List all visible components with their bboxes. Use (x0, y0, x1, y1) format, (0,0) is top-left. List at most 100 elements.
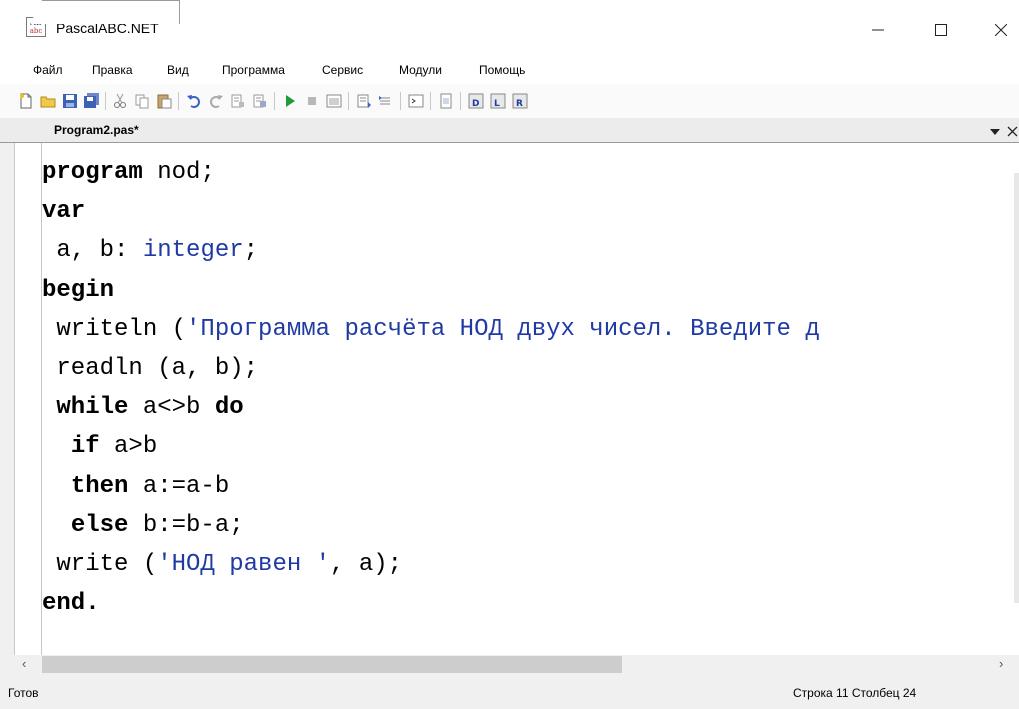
menu-file[interactable]: Файл (33, 63, 63, 77)
new-file-icon[interactable] (18, 93, 34, 109)
minimize-button[interactable] (855, 10, 901, 50)
code-token: writeln ( (42, 315, 187, 343)
tab-strip (0, 118, 1019, 143)
minimize-icon (872, 29, 884, 31)
code-line: a, b: integer; (42, 237, 258, 264)
string-token: 'НОД равен ' (157, 551, 331, 578)
view-l-icon[interactable]: L (490, 93, 506, 109)
code-line: var (42, 198, 85, 225)
keyword-token: end. (42, 590, 100, 618)
code-line: readln (a, b); (42, 355, 258, 382)
toolbar-separator (178, 92, 179, 110)
toolbar-separator (274, 92, 275, 110)
stop-icon[interactable] (304, 93, 320, 109)
find-icon[interactable] (230, 93, 246, 109)
menu-edit[interactable]: Правка (92, 63, 133, 77)
redo-icon[interactable] (208, 93, 224, 109)
open-folder-icon[interactable] (40, 93, 56, 109)
code-token: a, b: (42, 237, 143, 265)
code-token: write ( (42, 551, 158, 578)
cut-icon[interactable] (112, 93, 128, 109)
menu-bar: Файл Правка Вид Программа Сервис Модули … (0, 58, 1019, 84)
horizontal-scrollbar[interactable]: ‹ › (14, 655, 1019, 674)
paste-icon[interactable] (156, 93, 172, 109)
code-token: a<>b (128, 394, 215, 422)
code-line: program nod; (42, 159, 215, 186)
code-line: writeln ('Программа расчёта НОД двух чис… (42, 315, 820, 343)
type-token: integer (142, 237, 244, 265)
close-icon (994, 24, 1007, 36)
maximize-button[interactable] (918, 10, 964, 50)
scroll-right-icon[interactable]: › (999, 656, 1003, 671)
chevron-down-icon[interactable] (990, 128, 1000, 136)
code-line: while a<>b do (42, 394, 244, 422)
menu-program[interactable]: Программа (222, 63, 285, 77)
vertical-scrollbar[interactable] (1014, 173, 1019, 603)
maximize-icon (935, 24, 947, 36)
scrollbar-thumb[interactable] (42, 656, 622, 673)
menu-service[interactable]: Сервис (322, 63, 363, 77)
toolbar: D L R (0, 84, 1019, 118)
step-over-icon[interactable] (378, 93, 394, 109)
tab-program2[interactable] (30, 0, 180, 24)
toolbar-separator (105, 92, 106, 110)
keyword-token: program (42, 159, 143, 186)
output-icon[interactable] (438, 93, 454, 109)
keyword-token: if (70, 433, 100, 461)
keyword-token: do (214, 394, 244, 422)
code-token: ; (243, 237, 259, 265)
save-icon[interactable] (62, 93, 78, 109)
cursor-position: Строка 11 Столбец 24 (793, 686, 917, 700)
toolbar-separator (430, 92, 431, 110)
menu-modules[interactable]: Модули (399, 63, 442, 77)
view-d-icon[interactable]: D (468, 93, 484, 109)
code-token: , a); (330, 551, 403, 578)
run-icon[interactable] (282, 93, 298, 109)
keyword-token: var (42, 198, 86, 226)
code-token: b:=b-a; (128, 511, 244, 539)
close-icon[interactable] (1007, 126, 1019, 137)
status-ready: Готов (8, 686, 39, 700)
copy-icon[interactable] (134, 93, 150, 109)
console-icon[interactable] (408, 93, 424, 109)
menu-help[interactable]: Помощь (479, 63, 525, 77)
save-all-icon[interactable] (84, 93, 100, 109)
undo-icon[interactable] (186, 93, 202, 109)
code-editor[interactable]: program nod; var a, b: integer; begin writ… (14, 143, 1019, 655)
tab-label[interactable]: Program2.pas* (54, 123, 139, 137)
code-token: readln (a, b); (42, 355, 259, 382)
keyword-token: while (56, 394, 129, 422)
code-line: else b:=b-a; (42, 512, 244, 539)
status-bar: Готов Строка 11 Столбец 24 (0, 674, 1019, 709)
svg-text:R: R (516, 99, 523, 109)
code-line: then a:=a-b (42, 473, 229, 500)
toolbar-separator (460, 92, 461, 110)
keyword-token: begin (42, 276, 115, 304)
code-token: a>b (99, 433, 158, 461)
code-token: nod; (142, 159, 215, 186)
close-button[interactable] (982, 10, 1019, 50)
code-line: write ('НОД равен ', a); (42, 551, 402, 578)
code-line: if a>b (42, 433, 157, 460)
svg-text:D: D (472, 99, 479, 109)
toolbar-separator (348, 92, 349, 110)
code-line: begin (42, 277, 114, 304)
replace-icon[interactable] (252, 93, 268, 109)
keyword-token: else (70, 511, 129, 539)
view-r-icon[interactable]: R (512, 93, 528, 109)
scroll-left-icon[interactable]: ‹ (22, 656, 26, 671)
menu-view[interactable]: Вид (167, 63, 189, 77)
debug-window-icon[interactable] (326, 93, 342, 109)
keyword-token: then (70, 472, 129, 500)
svg-text:L: L (494, 99, 500, 109)
toolbar-separator (400, 92, 401, 110)
code-token: a:=a-b (128, 472, 230, 500)
string-token: 'Программа расчёта НОД двух чисел. Введи… (186, 315, 820, 343)
code-line: end. (42, 590, 100, 617)
step-into-icon[interactable] (356, 93, 372, 109)
app-icon-text-bottom: abc (29, 27, 43, 35)
